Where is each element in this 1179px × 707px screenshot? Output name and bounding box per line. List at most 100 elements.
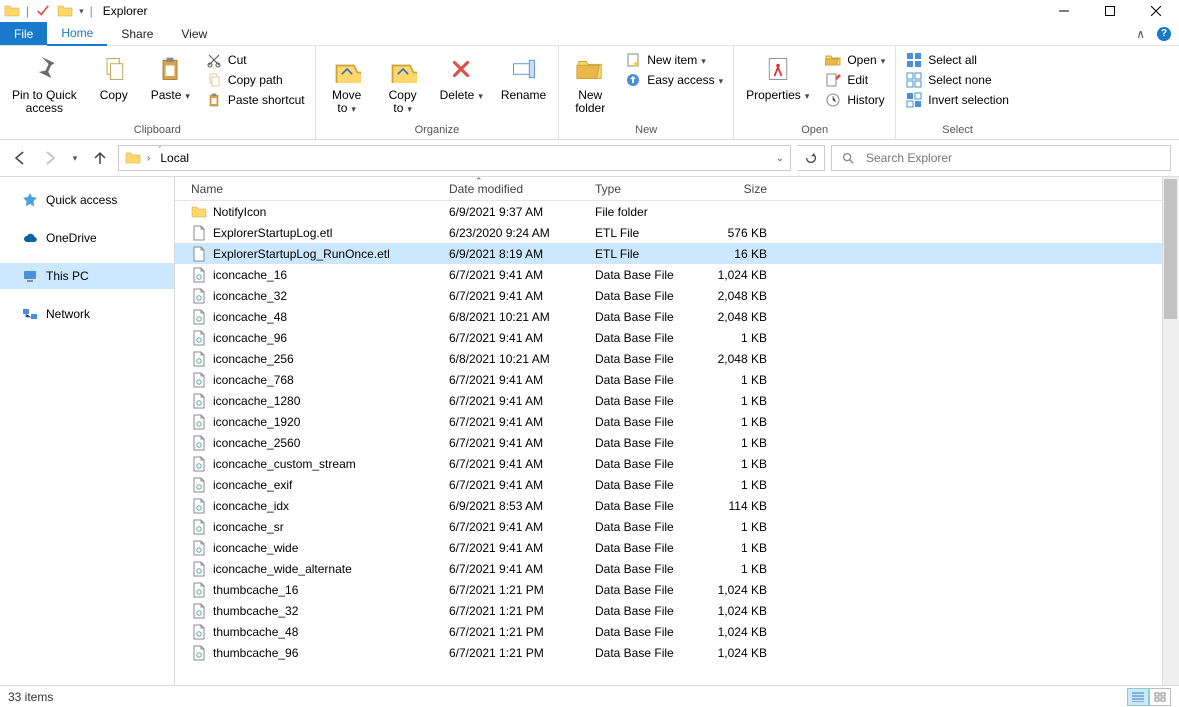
paste-button[interactable]: Paste xyxy=(145,49,196,103)
group-label: Organize xyxy=(322,122,553,139)
group-label: New xyxy=(565,122,727,139)
tree-network[interactable]: Network xyxy=(0,301,174,327)
file-row[interactable]: iconcache_19206/7/2021 9:41 AMData Base … xyxy=(175,411,1179,432)
qat-dropdown[interactable]: ▾ xyxy=(79,6,84,17)
properties-button[interactable]: Properties xyxy=(740,49,815,103)
select-all-button[interactable]: Select all xyxy=(902,51,1013,69)
pin-to-quick-access-button[interactable]: Pin to Quick access xyxy=(6,49,83,115)
delete-button[interactable]: Delete xyxy=(434,49,489,103)
file-name: iconcache_idx xyxy=(213,499,289,513)
address-dropdown[interactable]: ⌄ xyxy=(770,153,790,164)
db-icon xyxy=(191,393,207,409)
copy-button[interactable]: Copy xyxy=(89,49,139,102)
close-button[interactable] xyxy=(1133,0,1179,22)
rename-button[interactable]: Rename xyxy=(495,49,552,102)
file-row[interactable]: iconcache_exif6/7/2021 9:41 AMData Base … xyxy=(175,474,1179,495)
file-row[interactable]: iconcache_486/8/2021 10:21 AMData Base F… xyxy=(175,306,1179,327)
move-to-button[interactable]: Move to xyxy=(322,49,372,116)
col-size[interactable]: Size xyxy=(703,182,775,196)
file-row[interactable]: iconcache_7686/7/2021 9:41 AMData Base F… xyxy=(175,369,1179,390)
file-row[interactable]: thumbcache_966/7/2021 1:21 PMData Base F… xyxy=(175,642,1179,663)
file-row[interactable]: thumbcache_326/7/2021 1:21 PMData Base F… xyxy=(175,600,1179,621)
folder-icon[interactable] xyxy=(57,3,73,19)
minimize-button[interactable] xyxy=(1041,0,1087,22)
file-name: iconcache_wide xyxy=(213,541,298,555)
folder-icon xyxy=(125,150,141,166)
tab-home[interactable]: Home xyxy=(47,22,107,46)
qat-divider: | xyxy=(26,4,29,18)
file-row[interactable]: iconcache_326/7/2021 9:41 AMData Base Fi… xyxy=(175,285,1179,306)
file-row[interactable]: thumbcache_166/7/2021 1:21 PMData Base F… xyxy=(175,579,1179,600)
breadcrumb-segment[interactable]: Local xyxy=(154,151,245,165)
file-size: 1,024 KB xyxy=(703,604,775,618)
file-row[interactable]: iconcache_25606/7/2021 9:41 AMData Base … xyxy=(175,432,1179,453)
col-date[interactable]: Date modified xyxy=(441,182,587,196)
db-icon xyxy=(191,561,207,577)
group-label: Open xyxy=(740,122,889,139)
edit-button[interactable]: Edit xyxy=(821,71,889,89)
file-row[interactable]: ExplorerStartupLog.etl6/23/2020 9:24 AME… xyxy=(175,222,1179,243)
file-row[interactable]: iconcache_wide6/7/2021 9:41 AMData Base … xyxy=(175,537,1179,558)
column-headers: ⌃ Name Date modified Type Size xyxy=(175,177,1179,201)
file-row[interactable]: iconcache_idx6/9/2021 8:53 AMData Base F… xyxy=(175,495,1179,516)
file-row[interactable]: iconcache_sr6/7/2021 9:41 AMData Base Fi… xyxy=(175,516,1179,537)
help-button[interactable]: ? xyxy=(1157,27,1171,41)
select-none-button[interactable]: Select none xyxy=(902,71,1013,89)
tab-share[interactable]: Share xyxy=(107,22,167,45)
file-row[interactable]: iconcache_2566/8/2021 10:21 AMData Base … xyxy=(175,348,1179,369)
tree-quick-access[interactable]: Quick access xyxy=(0,187,174,213)
vertical-scrollbar[interactable] xyxy=(1162,177,1179,685)
col-name[interactable]: Name xyxy=(183,182,441,196)
file-row[interactable]: ExplorerStartupLog_RunOnce.etl6/9/2021 8… xyxy=(175,243,1179,264)
file-row[interactable]: iconcache_966/7/2021 9:41 AMData Base Fi… xyxy=(175,327,1179,348)
paste-shortcut-button[interactable]: Paste shortcut xyxy=(202,91,309,109)
tab-view[interactable]: View xyxy=(167,22,221,45)
large-icons-view-button[interactable] xyxy=(1149,688,1171,706)
file-name: iconcache_32 xyxy=(213,289,287,303)
col-type[interactable]: Type xyxy=(587,182,703,196)
invert-selection-button[interactable]: Invert selection xyxy=(902,91,1013,109)
chevron-right-icon[interactable]: › xyxy=(143,153,154,164)
file-date: 6/7/2021 9:41 AM xyxy=(441,331,587,345)
file-row[interactable]: iconcache_custom_stream6/7/2021 9:41 AMD… xyxy=(175,453,1179,474)
copy-path-button[interactable]: Copy path xyxy=(202,71,309,89)
group-organize: Move to Copy to Delete Rename Organize xyxy=(316,46,560,139)
file-type: Data Base File xyxy=(587,457,703,471)
details-view-button[interactable] xyxy=(1127,688,1149,706)
search-placeholder: Search Explorer xyxy=(866,151,952,165)
copy-to-button[interactable]: Copy to xyxy=(378,49,428,116)
file-row[interactable]: NotifyIcon6/9/2021 9:37 AMFile folder xyxy=(175,201,1179,222)
search-box[interactable]: Search Explorer xyxy=(831,145,1171,171)
recent-locations-button[interactable]: ▾ xyxy=(68,146,82,170)
tab-file[interactable]: File xyxy=(0,22,47,45)
new-item-icon xyxy=(625,52,641,68)
tree-this-pc[interactable]: This PC xyxy=(0,263,174,289)
file-date: 6/8/2021 10:21 AM xyxy=(441,310,587,324)
file-row[interactable]: thumbcache_486/7/2021 1:21 PMData Base F… xyxy=(175,621,1179,642)
easy-access-button[interactable]: Easy access xyxy=(621,71,727,89)
up-button[interactable] xyxy=(88,146,112,170)
back-button[interactable] xyxy=(8,146,32,170)
new-item-button[interactable]: New item xyxy=(621,51,727,69)
history-button[interactable]: History xyxy=(821,91,889,109)
group-label: Select xyxy=(902,122,1013,139)
db-icon xyxy=(191,477,207,493)
file-size: 1 KB xyxy=(703,478,775,492)
file-name: iconcache_48 xyxy=(213,310,287,324)
open-button[interactable]: Open xyxy=(821,51,889,69)
refresh-button[interactable] xyxy=(797,145,825,171)
file-row[interactable]: iconcache_166/7/2021 9:41 AMData Base Fi… xyxy=(175,264,1179,285)
file-size: 1 KB xyxy=(703,373,775,387)
forward-button[interactable] xyxy=(38,146,62,170)
cut-button[interactable]: Cut xyxy=(202,51,309,69)
tree-onedrive[interactable]: OneDrive xyxy=(0,225,174,251)
collapse-ribbon-button[interactable]: ∧ xyxy=(1136,27,1145,41)
address-bar[interactable]: › Local Disk (C:)›Users››AppData›Local›M… xyxy=(118,145,791,171)
file-row[interactable]: iconcache_12806/7/2021 9:41 AMData Base … xyxy=(175,390,1179,411)
file-row[interactable]: iconcache_wide_alternate6/7/2021 9:41 AM… xyxy=(175,558,1179,579)
new-folder-button[interactable]: New folder xyxy=(565,49,615,115)
maximize-button[interactable] xyxy=(1087,0,1133,22)
properties-check-icon[interactable] xyxy=(35,3,51,19)
chevron-right-icon[interactable]: › xyxy=(154,168,165,171)
scrollbar-thumb[interactable] xyxy=(1164,179,1177,319)
